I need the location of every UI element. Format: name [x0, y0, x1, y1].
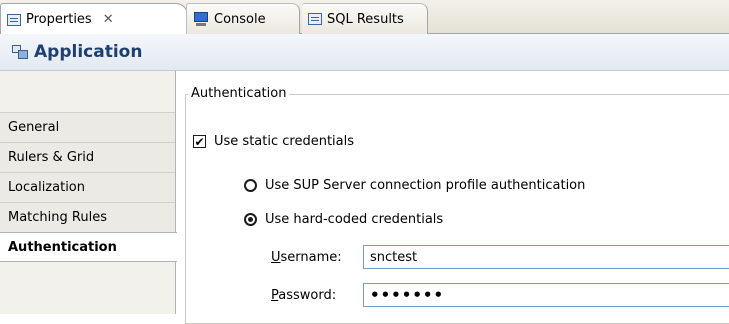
sql-results-icon — [308, 13, 322, 25]
sup-auth-label[interactable]: Use SUP Server connection profile authen… — [265, 178, 585, 193]
sup-auth-radio[interactable] — [244, 179, 257, 192]
view-tab-bar: Properties ✕ Console SQL Results — [0, 0, 729, 35]
properties-header: Application — [0, 34, 729, 71]
username-label-text: sername: — [280, 249, 342, 265]
static-credentials-label[interactable]: Use static credentials — [214, 134, 354, 149]
sidebar-item-general[interactable]: General — [0, 112, 175, 142]
tab-properties[interactable]: Properties ✕ — [0, 3, 188, 35]
sidebar-item-label: Localization — [8, 180, 85, 195]
authentication-group-label: Authentication — [188, 86, 290, 101]
checkmark-icon: ✔ — [194, 134, 205, 149]
password-label-text: assword: — [278, 287, 337, 303]
password-row: Password: ••••••• — [271, 283, 729, 307]
username-field[interactable]: snctest — [363, 245, 729, 269]
page-title: Application — [34, 42, 143, 62]
username-row: Username: snctest — [271, 245, 729, 269]
password-field[interactable]: ••••••• — [363, 283, 729, 307]
close-icon[interactable]: ✕ — [103, 12, 114, 27]
application-icon — [12, 45, 28, 59]
password-value: ••••••• — [370, 286, 445, 304]
tab-console[interactable]: Console — [186, 3, 300, 34]
tab-sql-results[interactable]: SQL Results — [302, 3, 428, 34]
hardcoded-credentials-radio[interactable] — [244, 213, 257, 226]
static-credentials-row: ✔ Use static credentials — [193, 134, 354, 149]
hardcoded-credentials-label[interactable]: Use hard-coded credentials — [265, 212, 443, 227]
sidebar-item-rulers-grid[interactable]: Rulers & Grid — [0, 142, 175, 172]
console-icon — [193, 12, 209, 26]
tab-properties-label: Properties — [26, 12, 92, 27]
sup-auth-option: Use SUP Server connection profile authen… — [244, 178, 585, 193]
sidebar-item-label: Authentication — [8, 239, 117, 255]
sidebar-item-matching-rules[interactable]: Matching Rules — [0, 202, 175, 232]
password-label: Password: — [271, 288, 363, 303]
sidebar-item-label: General — [8, 120, 60, 135]
username-value: snctest — [370, 249, 418, 265]
sidebar-item-localization[interactable]: Localization — [0, 172, 175, 202]
username-mnemonic: U — [271, 249, 281, 265]
sidebar-item-authentication[interactable]: Authentication — [0, 232, 177, 262]
properties-sidebar: General Rulers & Grid Localization Match… — [0, 71, 177, 314]
hardcoded-credentials-option: Use hard-coded credentials — [244, 212, 443, 227]
sidebar-item-label: Rulers & Grid — [8, 150, 95, 165]
static-credentials-checkbox[interactable]: ✔ — [193, 135, 206, 148]
tab-sql-results-label: SQL Results — [327, 11, 404, 27]
sidebar-item-label: Matching Rules — [8, 210, 107, 225]
properties-icon — [7, 13, 21, 26]
username-label: Username: — [271, 250, 363, 265]
tab-console-label: Console — [214, 11, 266, 27]
